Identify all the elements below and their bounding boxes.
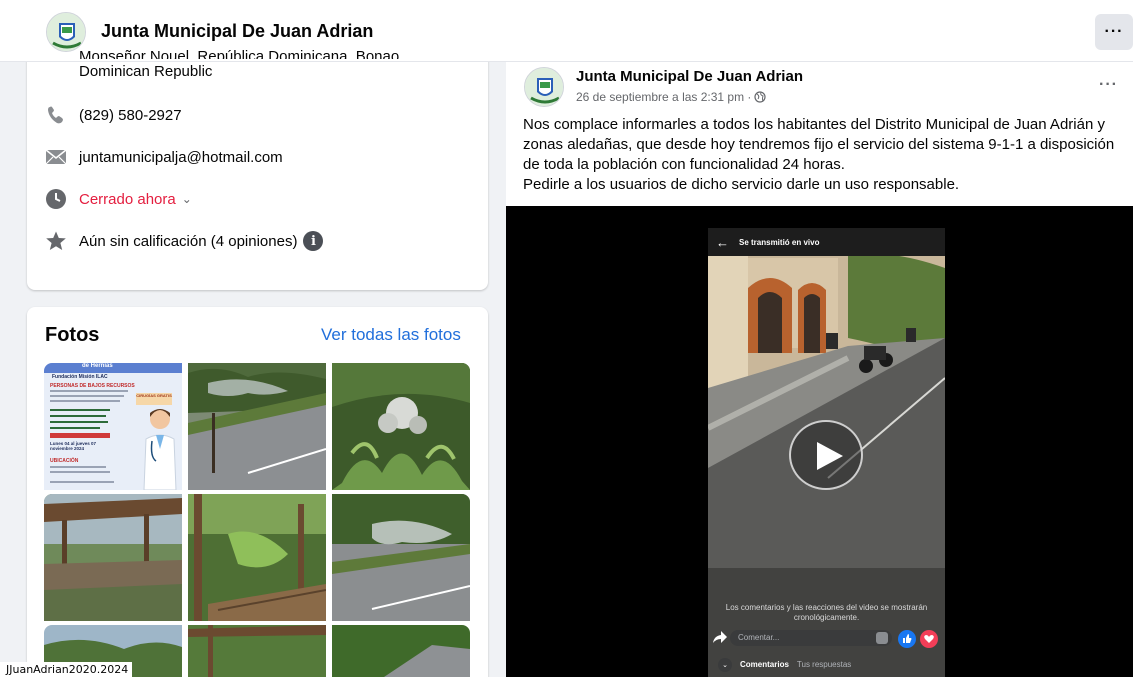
video-comment-tabs: ⌄ Comentarios Tus respuestas	[708, 652, 945, 677]
email-link[interactable]: juntamunicipalja@hotmail.com	[79, 149, 283, 166]
photo-thumbnail[interactable]	[332, 363, 470, 490]
collapse-icon[interactable]: ⌄	[718, 657, 732, 672]
post-body: Nos complace informarles a todos los hab…	[523, 115, 1123, 195]
video-caption: Los comentarios y las reacciones del vid…	[725, 603, 928, 622]
page-avatar[interactable]	[46, 12, 86, 52]
phone-icon	[44, 103, 68, 127]
comment-input[interactable]: Comentar...	[730, 630, 892, 646]
globe-icon	[754, 91, 767, 103]
post-paragraph: Pedirle a los usuarios de dicho servicio…	[523, 176, 960, 193]
video-status-bar: ← Se transmitió en vivo	[708, 228, 945, 256]
flyer-heading: de Hernias	[82, 363, 113, 369]
tab-replies[interactable]: Tus respuestas	[797, 660, 851, 669]
live-status-text: Se transmitió en vivo	[739, 237, 820, 247]
photo-thumbnail[interactable]	[188, 494, 326, 621]
play-button[interactable]	[789, 420, 863, 490]
post-options-button[interactable]: ···	[1099, 76, 1118, 94]
tab-comments[interactable]: Comentarios	[740, 660, 789, 669]
clock-icon	[44, 187, 68, 211]
flyer-badge: CIRUGÍAS GRATIS	[136, 393, 172, 405]
envelope-icon	[44, 145, 68, 169]
photo-thumbnail[interactable]	[188, 625, 326, 677]
photo-thumbnail[interactable]	[332, 494, 470, 621]
flyer-location: UBICACIÓN	[50, 458, 79, 464]
watermark-text: JJuanAdrian2020.2024	[0, 662, 133, 677]
flyer-dates: Lunes 04 al jueves 07 noviembre 2024	[50, 441, 97, 451]
photo-thumbnail-flyer[interactable]: de Hernias Fundación Misión ILAC PERSONA…	[44, 363, 182, 490]
address-country: Dominican Republic	[79, 63, 213, 80]
info-icon[interactable]: i	[303, 231, 324, 251]
flyer-org: Fundación Misión ILAC	[52, 374, 108, 380]
like-reaction-icon[interactable]	[898, 630, 916, 648]
play-icon	[817, 442, 843, 470]
photo-thumbnail[interactable]	[188, 363, 326, 490]
address-partial: Monseñor Nouel, República Dominicana, Bo…	[79, 50, 404, 59]
email-row: juntamunicipalja@hotmail.com	[44, 145, 283, 169]
phone-row: (829) 580-2927	[44, 103, 182, 127]
post-date-text[interactable]: 26 de septiembre a las 2:31 pm ·	[576, 90, 751, 104]
post-paragraph: Nos complace informarles a todos los hab…	[523, 116, 1115, 173]
hours-row: Cerrado ahora ⌄	[44, 187, 192, 211]
chevron-down-icon[interactable]: ⌄	[182, 192, 192, 206]
star-icon	[44, 229, 68, 253]
rating-row: Aún sin calificación (4 opiniones) i	[44, 229, 324, 253]
phone-number[interactable]: (829) 580-2927	[79, 107, 182, 124]
more-options-button[interactable]: ···	[1095, 14, 1133, 50]
photo-thumbnail[interactable]	[44, 494, 182, 621]
love-reaction-icon[interactable]	[920, 630, 938, 648]
back-arrow-icon[interactable]: ←	[716, 235, 729, 250]
share-icon[interactable]	[713, 631, 727, 643]
flyer-section: PERSONAS DE BAJOS RECURSOS	[50, 383, 135, 389]
post-timestamp[interactable]: 26 de septiembre a las 2:31 pm ·	[576, 90, 767, 104]
doctor-illustration	[143, 409, 177, 490]
photo-thumbnail[interactable]	[332, 625, 470, 677]
rating-text: Aún sin calificación (4 opiniones)	[79, 232, 298, 250]
post-author-avatar[interactable]	[524, 67, 564, 107]
post-author-name[interactable]: Junta Municipal De Juan Adrian	[576, 68, 803, 85]
photos-title: Fotos	[45, 324, 100, 346]
emoji-icon[interactable]	[876, 632, 888, 644]
see-all-photos-link[interactable]: Ver todas las fotos	[321, 325, 461, 345]
hours-status[interactable]: Cerrado ahora	[79, 191, 176, 208]
page-title[interactable]: Junta Municipal De Juan Adrian	[101, 21, 373, 42]
